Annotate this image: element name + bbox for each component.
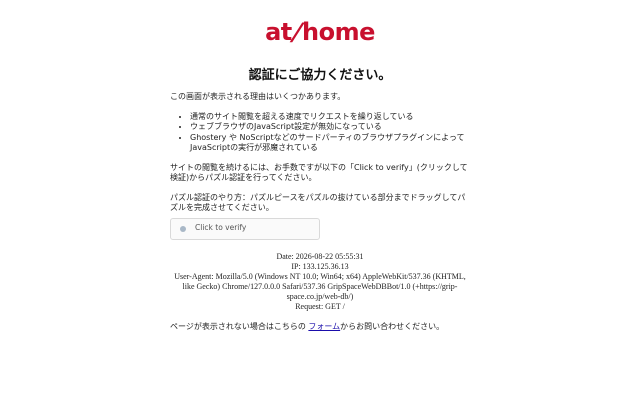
reason-item: ウェブブラウザのJavaScript設定が無効になっている [190, 122, 470, 133]
footer-text: ページが表示されない場合はこちらの フォームからお問い合わせください。 [170, 322, 490, 332]
ip-line: IP: 133.125.36.13 [291, 262, 349, 271]
request-info: Date: 2026-08-22 05:55:31 IP: 133.125.36… [170, 252, 470, 312]
reasons-list: 通常のサイト閲覧を超える速度でリクエストを繰り返している ウェブブラウザのJav… [170, 112, 470, 154]
athome-logo: at/home [0, 16, 640, 48]
circle-dot-icon [180, 225, 186, 232]
user-agent-line: User-Agent: Mozilla/5.0 (Windows NT 10.0… [174, 272, 466, 301]
page-title: 認証にご協力ください。 [248, 68, 392, 83]
request-line: Request: GET / [295, 302, 345, 311]
verify-label: Click to verify [195, 223, 247, 233]
footer-before: ページが表示されない場合はこちらの [170, 322, 309, 331]
click-to-verify-button[interactable]: Click to verify [170, 217, 320, 240]
main-content: この画面が表示される理由はいくつかあります。 通常のサイト閲覧を超える速度でリク… [170, 92, 470, 240]
instruction-text: サイトの閲覧を続けるには、お手数ですが以下の「Click to verify」(… [170, 162, 468, 183]
contact-form-link[interactable]: フォーム [308, 322, 340, 331]
logo-text-home: home [302, 18, 375, 46]
footer-after: からお問い合わせください。 [340, 322, 445, 331]
intro-text: この画面が表示される理由はいくつかあります。 [170, 92, 346, 101]
puzzle-help-text: パズル認証のやり方：パズルピースをパズルの抜けている部分までドラッグしてパズルを… [170, 192, 466, 213]
logo-text-at: at [265, 18, 292, 46]
date-line: Date: 2026-08-22 05:55:31 [276, 252, 364, 261]
reason-item: Ghostery や NoScriptなどのサードパーティのブラウザプラグインに… [190, 133, 470, 154]
challenge-page: at/home 認証にご協力ください。 この画面が表示される理由はいくつかありま… [0, 0, 640, 400]
reason-item: 通常のサイト閲覧を超える速度でリクエストを繰り返している [190, 112, 470, 123]
